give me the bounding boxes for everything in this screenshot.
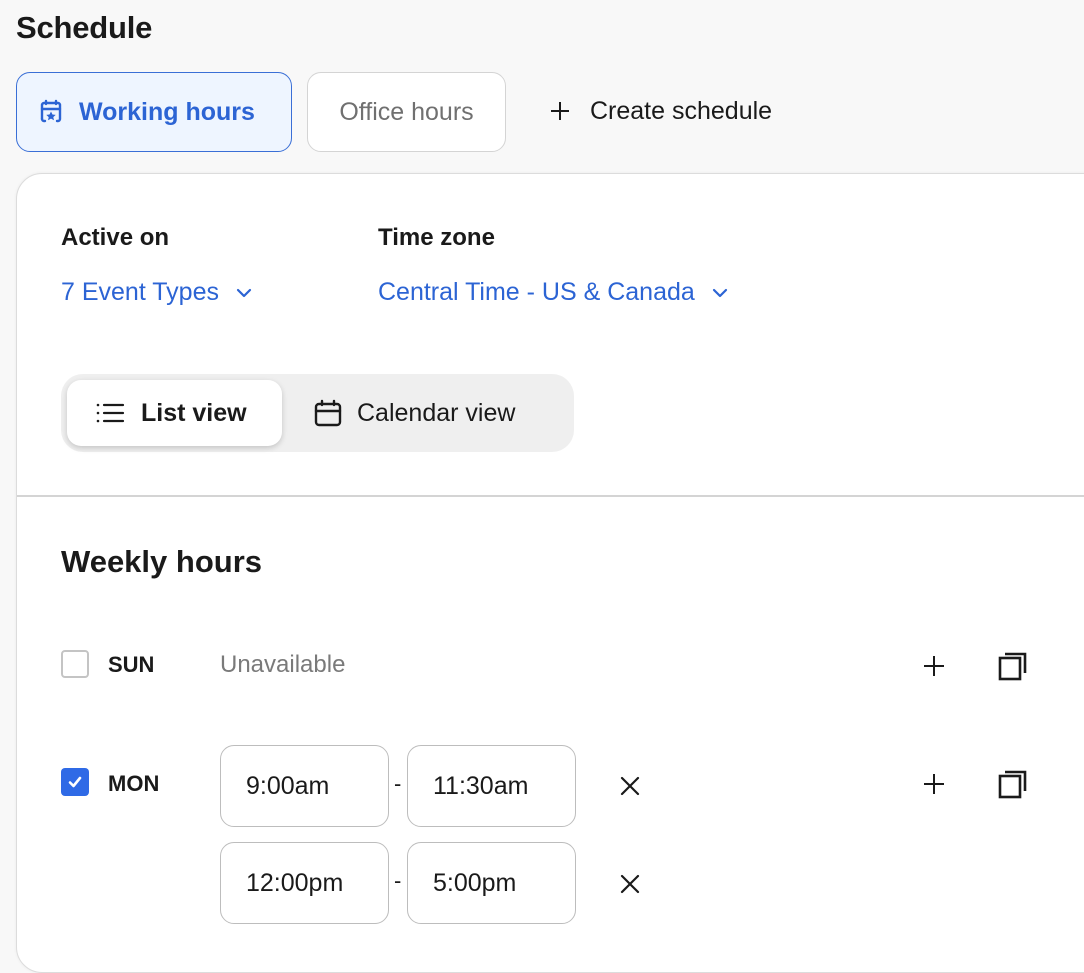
tab-working-hours[interactable]: Working hours: [16, 72, 292, 152]
view-toggle: List view Calendar view: [61, 374, 574, 452]
page-title: Schedule: [16, 10, 153, 45]
mon-checkbox[interactable]: [61, 768, 89, 796]
chevron-down-icon: [712, 288, 727, 297]
mon-add-interval-button[interactable]: [916, 766, 952, 802]
sun-checkbox[interactable]: [61, 650, 89, 678]
tab-office-hours[interactable]: Office hours: [307, 72, 506, 152]
list-view-label: List view: [141, 398, 247, 427]
list-view-button[interactable]: List view: [67, 380, 282, 446]
mon-interval-1-end-input[interactable]: 11:30am: [407, 745, 576, 827]
plus-icon: [924, 774, 944, 794]
calendar-star-icon: [40, 99, 62, 123]
list-icon: [96, 403, 125, 423]
mon-interval-1-remove-button[interactable]: [612, 768, 648, 804]
schedule-card: Active on 7 Event Types Time zone Centra…: [16, 173, 1084, 973]
mon-interval-1-start-input[interactable]: 9:00am: [220, 745, 389, 827]
plus-icon: [924, 656, 944, 676]
create-schedule-button[interactable]: Create schedule: [548, 82, 772, 140]
sun-copy-button[interactable]: [995, 648, 1031, 684]
sun-unavailable-text: Unavailable: [220, 651, 346, 678]
weekly-hours-title: Weekly hours: [61, 544, 263, 579]
active-on-dropdown[interactable]: 7 Event Types: [61, 278, 253, 307]
interval-separator: -: [394, 868, 402, 893]
tab-working-hours-label: Working hours: [79, 97, 255, 126]
check-icon: [68, 776, 82, 788]
create-schedule-label: Create schedule: [590, 96, 773, 125]
interval-separator: -: [394, 771, 402, 796]
mon-interval-2-remove-button[interactable]: [612, 866, 648, 902]
mon-interval-2-end-input[interactable]: 5:00pm: [407, 842, 576, 924]
mon-copy-button[interactable]: [995, 766, 1031, 802]
plus-icon: [551, 102, 569, 120]
active-on-label: Active on: [61, 224, 170, 251]
close-icon: [620, 776, 640, 796]
day-label-sun: SUN: [108, 652, 155, 677]
close-icon: [620, 874, 640, 894]
copy-icon: [998, 652, 1027, 681]
calendar-view-label: Calendar view: [357, 398, 516, 427]
section-divider: [17, 495, 1084, 497]
calendar-view-button[interactable]: Calendar view: [313, 380, 515, 446]
time-zone-dropdown[interactable]: Central Time - US & Canada: [378, 278, 729, 307]
mon-interval-2-start-input[interactable]: 12:00pm: [220, 842, 389, 924]
day-label-mon: MON: [108, 771, 160, 796]
calendar-icon: [314, 399, 342, 427]
tab-office-hours-label: Office hours: [339, 97, 474, 126]
copy-icon: [998, 770, 1027, 799]
time-zone-label: Time zone: [378, 224, 495, 251]
sun-add-interval-button[interactable]: [916, 648, 952, 684]
chevron-down-icon: [236, 288, 252, 297]
active-on-value: 7 Event Types: [61, 278, 219, 306]
time-zone-value: Central Time - US & Canada: [378, 278, 695, 306]
